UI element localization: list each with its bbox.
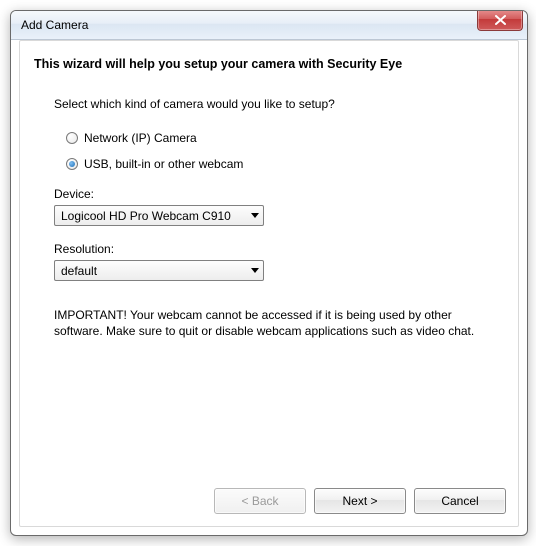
device-select-value: Logicool HD Pro Webcam C910 [61,209,231,223]
resolution-label: Resolution: [54,242,496,256]
resolution-select[interactable]: default [54,260,264,281]
cancel-button[interactable]: Cancel [414,488,506,514]
titlebar: Add Camera [11,11,527,40]
camera-kind-prompt: Select which kind of camera would you li… [54,97,496,111]
resolution-select-value: default [61,264,97,278]
window-title: Add Camera [21,18,88,32]
button-label: < Back [241,494,278,508]
wizard-heading: This wizard will help you setup your cam… [20,41,518,77]
radio-icon [66,132,78,144]
wizard-body: Select which kind of camera would you li… [20,77,518,339]
radio-label: Network (IP) Camera [84,131,197,145]
radio-icon [66,158,78,170]
important-notice: IMPORTANT! Your webcam cannot be accesse… [54,307,496,339]
back-button: < Back [214,488,306,514]
dialog-window: Add Camera This wizard will help you set… [10,10,528,536]
close-button[interactable] [477,10,523,31]
radio-usb-webcam[interactable]: USB, built-in or other webcam [66,157,496,171]
button-label: Cancel [441,494,478,508]
radio-network-camera[interactable]: Network (IP) Camera [66,131,496,145]
device-label: Device: [54,187,496,201]
close-icon [495,15,506,25]
chevron-down-icon [251,268,259,273]
wizard-button-row: < Back Next > Cancel [214,488,506,514]
radio-label: USB, built-in or other webcam [84,157,243,171]
wizard-content: This wizard will help you setup your cam… [19,40,519,527]
next-button[interactable]: Next > [314,488,406,514]
button-label: Next > [342,494,377,508]
chevron-down-icon [251,213,259,218]
device-select[interactable]: Logicool HD Pro Webcam C910 [54,205,264,226]
